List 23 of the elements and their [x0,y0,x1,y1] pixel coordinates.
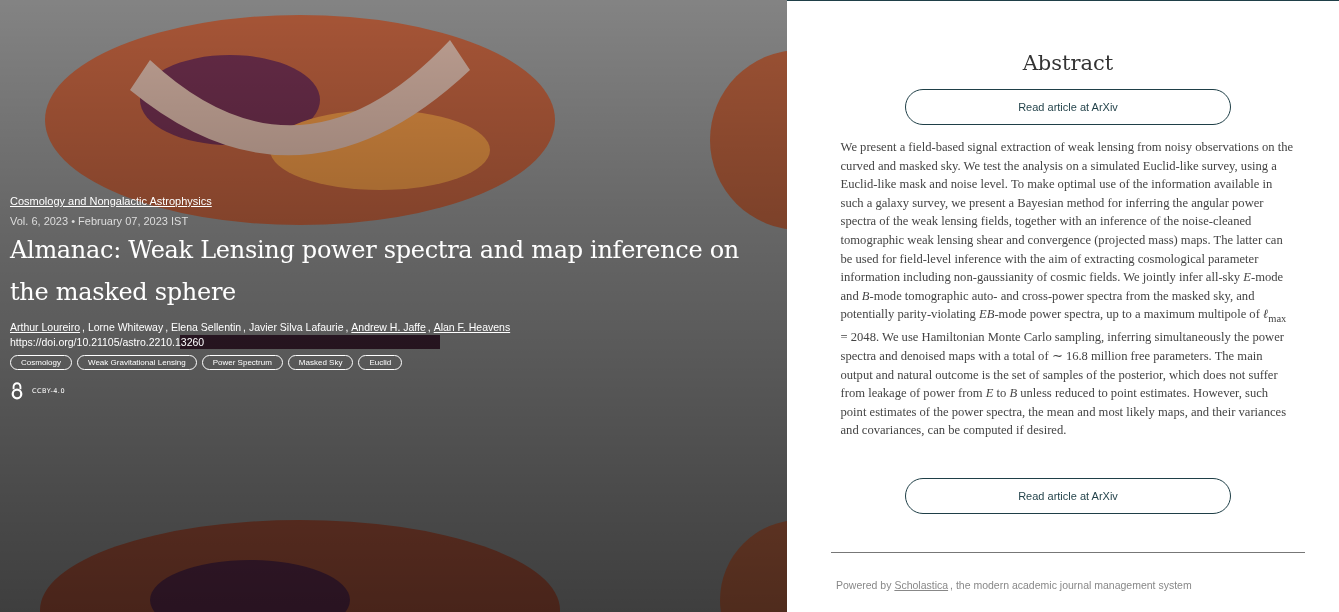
open-access-icon [11,382,23,400]
abstract-text: We present a field-based signal extraction of weak lensing from noisy observations on the curved and masked sky. We test the analysis on a simulated Euclid-like survey, using a Euclid-like mask and noise level. To make optimal use of the information available in such a galaxy survey, we present a Bayesian method for inferring the angular power spectra of the weak lensing fields, together with an inference of the noise-cleaned tomographic weak lensing shear and convergence (projected mass) maps. The latter can be used for field-level inference with the aim of extracting cosmological parameter information including non-gaussianity of cosmic fields. We jointly infer all-sky E-mode and B-mode tomographic auto- and cross-power spectra from the masked sky, and potentially parity-violating EB-mode power spectra, up to a maximum multipole of ℓ$_{max}$ = 2048. We use Hamiltonian Monte Carlo sampling, inferring simultaneously the power spectra and denoised maps with a total of ∼ 16.8 million free parameters. The main output and natural outcome is the set of samples of the posterior, which does not suffer from leakage of power from E to B unless reduced to point estimates. However, such point estimates of the power spectra, the mean and most likely maps, and their variances and covariances, can be computed if desired. [840,139,1295,440]
doi-text: https://doi.org/10.21105/astro.2210.13260 [10,336,206,348]
footer-text: , the modern academic journal management system [950,579,1192,591]
separator: , [345,321,350,333]
section-heading: Abstract [1022,51,1114,75]
article-title: Almanac: Weak Lensing power spectra and map inference on the masked sphere [10,235,740,308]
footer-link[interactable]: Scholastica [894,579,949,591]
footer-text: Powered by [836,579,893,591]
issue-date: Vol. 6, 2023 • February 07, 2023 IST [10,215,190,227]
author-link[interactable]: Andrew H. Jaffe [351,321,426,333]
author-link[interactable]: Arthur Loureiro [10,321,81,333]
author-link[interactable]: Alan F. Heavens [433,321,511,333]
author-name: Lorne Whiteway [87,321,164,333]
category-link[interactable]: Cosmology and Nongalactic Astrophysics [10,195,212,207]
separator: , [82,321,86,333]
read-article-button[interactable]: Read article at ArXiv [905,89,1231,125]
read-article-button[interactable]: Read article at ArXiv [905,478,1231,514]
separator: , [427,321,432,333]
author-name: Javier Silva Lafaurie [248,321,344,333]
author-name: Elena Sellentin [171,321,242,333]
separator: , [243,321,247,333]
separator: , [165,321,170,333]
